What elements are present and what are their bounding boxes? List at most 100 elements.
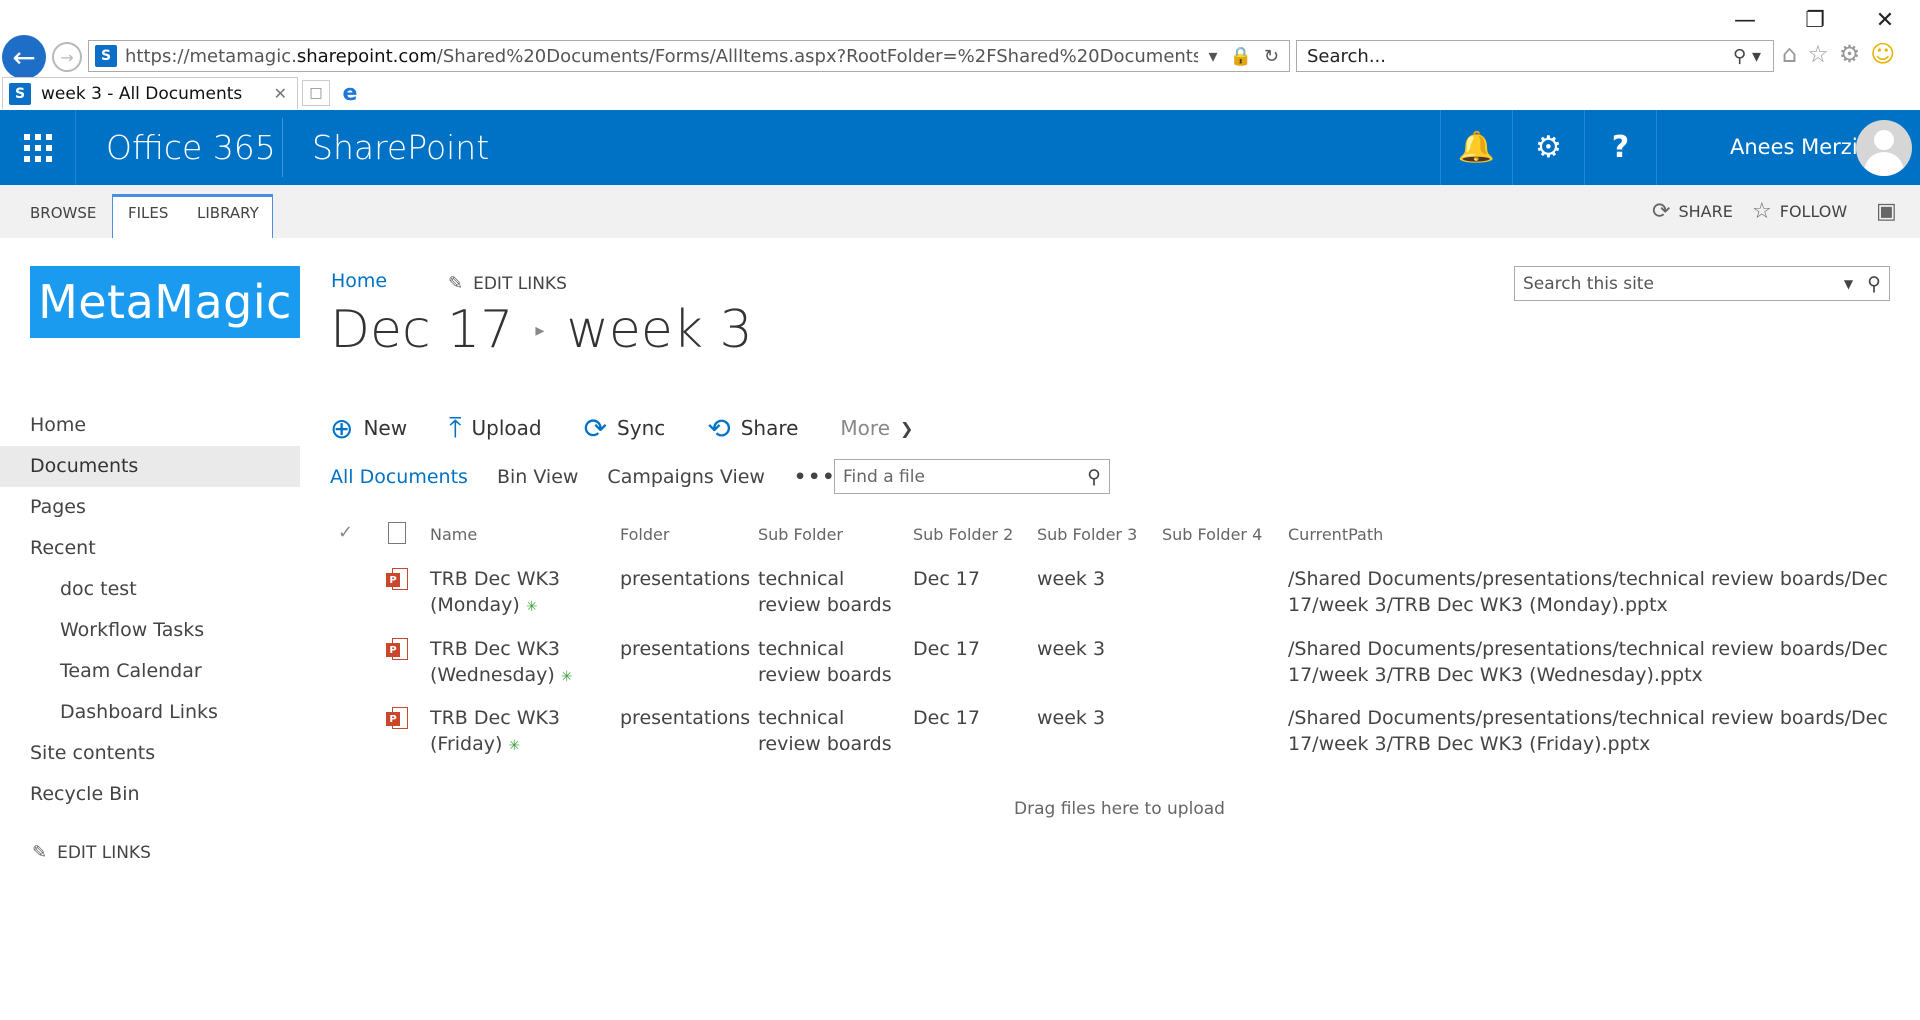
focus-content-icon[interactable]: ▣	[1876, 185, 1897, 238]
search-icon[interactable]: ⚲	[1867, 273, 1889, 295]
nav-item-workflow-tasks[interactable]: Workflow Tasks	[0, 610, 300, 651]
minimize-icon[interactable]: —	[1710, 0, 1780, 40]
feedback-smiley-icon[interactable]: ☺	[1870, 40, 1895, 68]
nav-item-recent[interactable]: Recent	[0, 528, 300, 569]
nav-item-dashboard-links[interactable]: Dashboard Links	[0, 692, 300, 733]
nav-item-site-contents[interactable]: Site contents	[0, 733, 300, 774]
left-nav-edit-links[interactable]: ✎ EDIT LINKS	[32, 842, 151, 863]
top-nav-edit-links[interactable]: ✎ EDIT LINKS	[448, 273, 567, 294]
star-icon: ☆	[1752, 199, 1772, 224]
select-all-checkmark-icon[interactable]: ✓	[338, 522, 353, 543]
browser-search-box[interactable]: Search... ⚲ ▾	[1296, 40, 1774, 72]
nav-item-documents[interactable]: Documents	[0, 446, 300, 487]
new-label: New	[363, 416, 408, 440]
find-file-input[interactable]: Find a file ⚲	[834, 459, 1110, 494]
column-header-name[interactable]: Name	[430, 525, 477, 547]
nav-item-recycle-bin[interactable]: Recycle Bin	[0, 774, 300, 815]
column-header-sub-folder-4[interactable]: Sub Folder 4	[1162, 525, 1262, 547]
share-command-button[interactable]: ⟲ Share	[707, 412, 798, 445]
edit-links-label: EDIT LINKS	[57, 842, 151, 863]
powerpoint-file-icon[interactable]: P	[386, 568, 408, 592]
chevron-down-icon[interactable]: ▼	[1844, 277, 1867, 291]
back-arrow-icon[interactable]: ←	[2, 35, 46, 79]
nav-item-doc-test[interactable]: doc test	[0, 569, 300, 610]
divider	[282, 118, 283, 177]
view-all-documents[interactable]: All Documents	[330, 466, 468, 488]
table-cell-sub-folder-2: Dec 17	[913, 568, 980, 590]
tab-files[interactable]: FILES	[128, 185, 168, 238]
site-search-input[interactable]: Search this site ▼ ⚲	[1514, 266, 1890, 301]
tab-library[interactable]: LIBRARY	[197, 185, 259, 238]
user-name[interactable]: Anees Merzi	[1730, 110, 1858, 185]
file-name-line2[interactable]: (Monday)	[430, 594, 520, 616]
column-header-sub-folder-2[interactable]: Sub Folder 2	[913, 525, 1013, 547]
nav-item-pages[interactable]: Pages	[0, 487, 300, 528]
chevron-down-icon: ❯	[900, 418, 914, 438]
table-cell-sub-folder: technical review boards	[758, 705, 892, 757]
restore-icon[interactable]: ❐	[1780, 0, 1850, 40]
sync-button[interactable]: ⟳ Sync	[584, 412, 666, 445]
address-url: https://metamagic.sharepoint.com/Shared%…	[125, 45, 1198, 67]
view-bin[interactable]: Bin View	[497, 466, 578, 488]
search-icon[interactable]: ⚲ ▾	[1733, 46, 1773, 67]
sharepoint-favicon-icon: S	[95, 45, 117, 67]
breadcrumb-separator-icon: ▸	[535, 319, 545, 341]
new-tab-icon[interactable]: □	[302, 80, 330, 106]
browser-tab[interactable]: S week 3 - All Documents ✕	[2, 77, 298, 109]
powerpoint-file-icon[interactable]: P	[386, 638, 408, 662]
follow-button[interactable]: ☆ FOLLOW	[1752, 185, 1847, 238]
address-bar[interactable]: S https://metamagic.sharepoint.com/Share…	[88, 40, 1290, 72]
forward-arrow-icon[interactable]: →	[52, 42, 82, 72]
refresh-icon[interactable]: ↻	[1264, 46, 1279, 67]
nav-item-team-calendar[interactable]: Team Calendar	[0, 651, 300, 692]
app-launcher-icon[interactable]	[0, 110, 76, 185]
sharepoint-app-title[interactable]: SharePoint	[312, 110, 489, 185]
tab-browse[interactable]: BROWSE	[30, 185, 96, 238]
site-logo[interactable]: MetaMagic	[30, 266, 300, 338]
upload-button[interactable]: ⤒ Upload	[449, 411, 541, 445]
plus-circle-icon: ⊕	[330, 411, 354, 445]
table-row-name[interactable]: TRB Dec WK3 (Monday) ✳	[430, 566, 560, 620]
search-icon[interactable]: ⚲	[1087, 466, 1109, 488]
share-button[interactable]: ⟳ SHARE	[1652, 185, 1733, 238]
powerpoint-file-icon[interactable]: P	[386, 707, 408, 731]
column-header-folder[interactable]: Folder	[620, 525, 669, 547]
settings-gear-icon[interactable]: ⚙	[1839, 40, 1861, 68]
column-header-sub-folder[interactable]: Sub Folder	[758, 525, 843, 547]
file-name-line2[interactable]: (Friday)	[430, 733, 502, 755]
column-header-sub-folder-3[interactable]: Sub Folder 3	[1037, 525, 1137, 547]
column-header-current-path[interactable]: CurrentPath	[1288, 525, 1383, 547]
table-row-name[interactable]: TRB Dec WK3 (Friday) ✳	[430, 705, 560, 759]
file-name-line1[interactable]: TRB Dec WK3	[430, 705, 560, 731]
notification-bell-icon[interactable]: 🔔	[1440, 110, 1512, 185]
home-icon[interactable]: ⌂	[1782, 40, 1797, 68]
command-bar: ⊕ New ⤒ Upload ⟳ Sync ⟲ Share More ❯	[330, 410, 955, 446]
file-name-line2[interactable]: (Wednesday)	[430, 664, 555, 686]
nav-item-home[interactable]: Home	[0, 405, 300, 446]
internet-explorer-icon[interactable]: e	[336, 80, 364, 106]
window-controls: — ❐ ✕	[1710, 0, 1920, 40]
table-row-name[interactable]: TRB Dec WK3 (Wednesday) ✳	[430, 636, 573, 690]
tab-close-icon[interactable]: ✕	[274, 84, 297, 103]
browser-search-placeholder: Search...	[1307, 45, 1387, 67]
pencil-icon: ✎	[448, 273, 464, 294]
more-button[interactable]: More ❯	[840, 416, 913, 440]
settings-gear-icon[interactable]: ⚙	[1512, 110, 1584, 185]
sub-folder-line1: technical	[758, 568, 845, 590]
more-views-icon[interactable]: •••	[794, 466, 836, 488]
file-name-line1[interactable]: TRB Dec WK3	[430, 636, 573, 662]
file-name-line1[interactable]: TRB Dec WK3	[430, 566, 560, 592]
dropdown-arrow-icon[interactable]: ▾	[1208, 46, 1217, 67]
new-button[interactable]: ⊕ New	[330, 412, 407, 445]
lock-icon[interactable]: 🔒	[1229, 46, 1251, 67]
drag-upload-hint[interactable]: Drag files here to upload	[1014, 799, 1225, 819]
breadcrumb-parent[interactable]: Dec 17	[330, 300, 513, 360]
avatar[interactable]	[1856, 120, 1912, 176]
favorites-star-icon[interactable]: ☆	[1807, 40, 1829, 68]
view-campaigns[interactable]: Campaigns View	[607, 466, 765, 488]
office365-brand[interactable]: Office 365	[106, 110, 276, 185]
help-icon[interactable]: ?	[1584, 110, 1656, 185]
close-icon[interactable]: ✕	[1850, 0, 1920, 40]
breadcrumb-home[interactable]: Home	[331, 270, 387, 292]
document-type-icon	[388, 522, 406, 544]
